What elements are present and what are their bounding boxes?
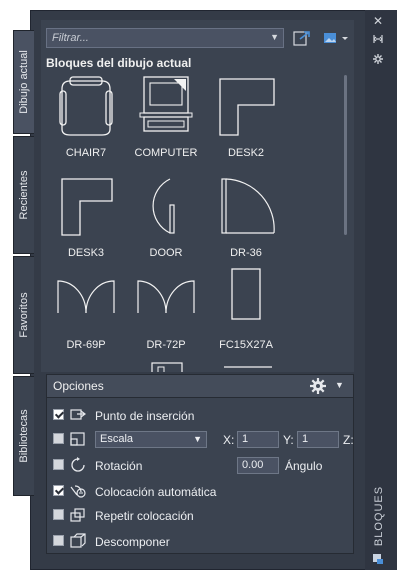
rectangle-block-icon [231,268,261,320]
scale-x-field[interactable]: 1 [237,431,279,448]
auto-hide-icon[interactable] [371,32,385,46]
desk-icon [61,178,113,236]
option-explode[interactable]: Descomponer [53,533,349,551]
options-header[interactable]: Opciones ▼ [47,375,353,398]
explode-icon [70,533,86,548]
scale-icon [70,432,85,446]
desk-icon [219,78,275,136]
double-door-icon [137,280,195,314]
tab-libraries[interactable]: Bibliotecas [13,376,34,496]
block-item-partial[interactable] [126,359,206,372]
option-insertion-point[interactable]: Punto de inserción [53,407,349,425]
computer-icon [139,76,193,132]
tab-current-drawing[interactable]: Dibujo actual [13,30,34,134]
chevron-down-icon[interactable]: ▼ [335,380,344,390]
scrollbar[interactable] [344,75,347,235]
block-item-dr-69p[interactable]: DR-69P [46,267,126,355]
tab-recent[interactable]: Recientes [13,136,34,254]
door-icon [152,178,175,234]
explode-checkbox[interactable] [53,535,64,546]
options-panel: Opciones ▼ Punto de inserción Escala ▼ X… [46,374,354,554]
block-item-door[interactable]: DOOR [126,175,206,263]
option-repeat-placement[interactable]: Repetir colocación [53,507,349,525]
option-rotation: Rotación 0.00 Ángulo [53,457,349,475]
auto-placement-icon [70,485,86,498]
double-door-icon [57,280,115,314]
load-block-icon[interactable] [292,29,312,47]
view-options-icon[interactable] [322,29,352,47]
rotation-icon [71,457,85,472]
block-item-desk2[interactable]: DESK2 [206,75,286,163]
scale-y-field[interactable]: 1 [297,431,339,448]
chair-icon [59,76,113,136]
gear-icon[interactable] [309,377,327,398]
blocks-grid: CHAIR7 COMPUTER DESK2 DESK3 DOOR DR-36 D… [46,75,338,372]
option-scale: Escala ▼ X: 1 Y: 1 Z: [53,431,354,449]
insertion-point-icon [70,409,86,420]
scale-mode-select[interactable]: Escala ▼ [95,431,207,448]
block-item-dr-72p[interactable]: DR-72P [126,267,206,355]
insertion-point-checkbox[interactable] [53,409,64,420]
palette-corner-icon [371,552,385,566]
scale-checkbox[interactable] [53,433,64,444]
repeat-placement-icon [70,508,85,522]
filter-placeholder: Filtrar... [52,32,89,44]
close-icon[interactable]: ✕ [371,14,385,28]
block-item-partial[interactable] [206,359,286,372]
options-title: Opciones [53,379,104,393]
tab-favorites[interactable]: Favoritos [13,256,34,374]
block-item-computer[interactable]: COMPUTER [126,75,206,163]
door-swing-icon [221,178,275,234]
block-item-fc15x27a[interactable]: FC15X27A [206,267,286,355]
palette-title: BLOQUES [373,485,385,547]
block-item-dr-36[interactable]: DR-36 [206,175,286,263]
auto-placement-checkbox[interactable] [53,485,64,496]
rotation-angle-field[interactable]: 0.00 [237,457,279,474]
chevron-down-icon: ▼ [193,434,202,444]
rotation-checkbox[interactable] [53,459,64,470]
filter-input[interactable]: Filtrar... ▼ [46,28,284,48]
block-thumbnail-icon [224,366,272,368]
block-item-desk3[interactable]: DESK3 [46,175,126,263]
option-auto-placement[interactable]: Colocación automática [53,483,349,501]
repeat-placement-checkbox[interactable] [53,509,64,520]
block-item-chair7[interactable]: CHAIR7 [46,75,126,163]
properties-icon[interactable] [371,52,385,66]
chevron-down-icon[interactable]: ▼ [270,32,279,42]
section-title: Bloques del dibujo actual [46,56,192,70]
block-thumbnail-icon [151,362,183,372]
